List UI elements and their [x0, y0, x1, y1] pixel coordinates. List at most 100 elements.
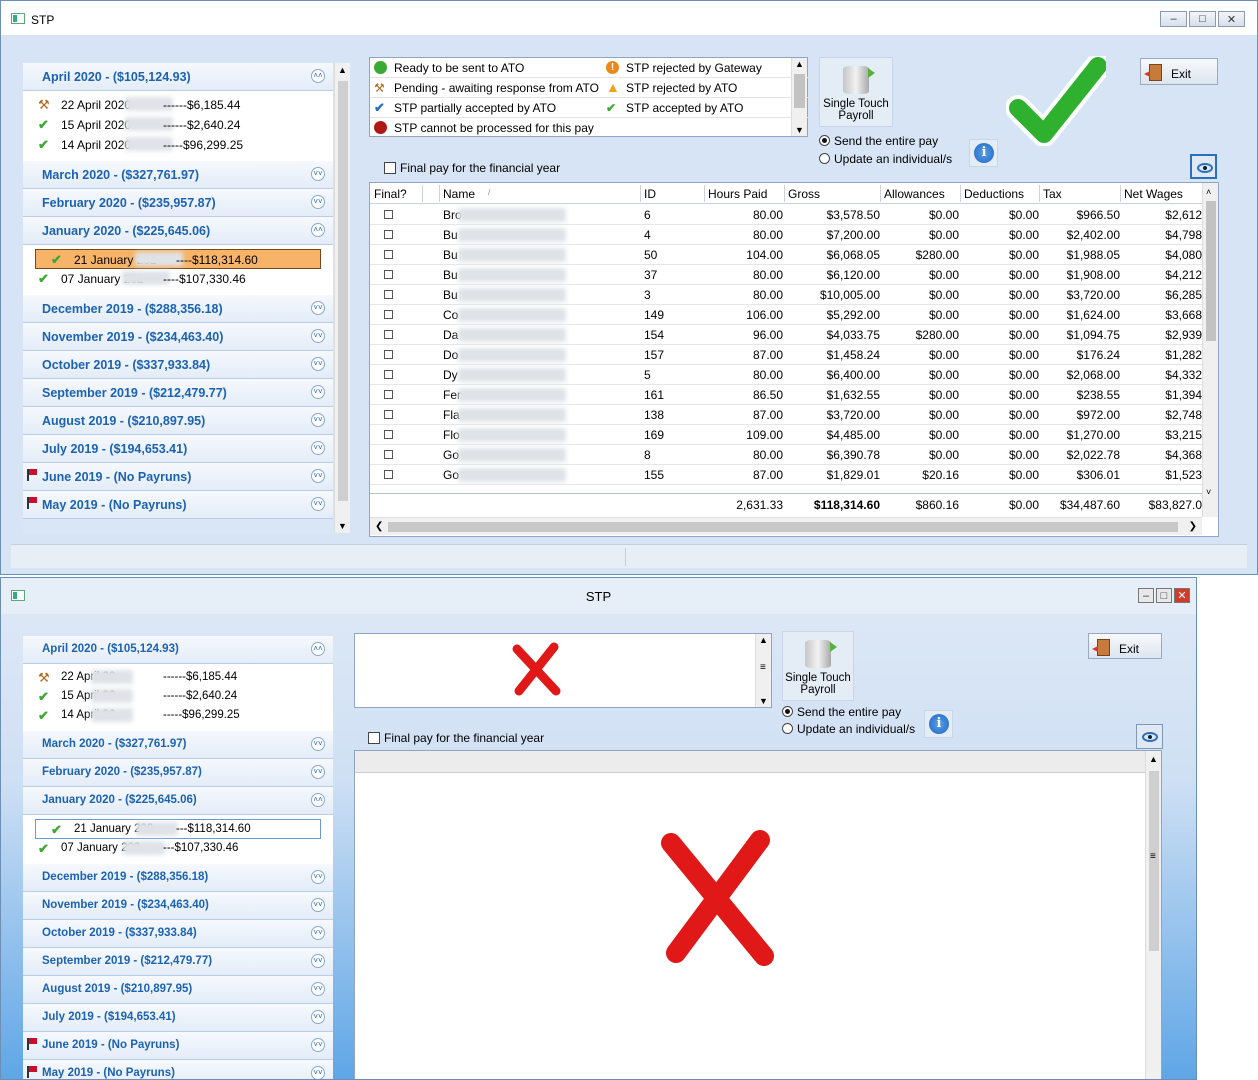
month-group-header[interactable]: October 2019 - ($337,933.84) ˅˅ [23, 351, 333, 379]
month-group-header[interactable]: November 2019 - ($234,463.40) ˅˅ [23, 323, 333, 351]
table-row[interactable]: Bu 50 104.00 $6,068.05 $280.00 $0.00 $1,988.05… [370, 245, 1202, 265]
final-checkbox[interactable] [384, 330, 393, 339]
grid-vertical-scrollbar[interactable]: ˄ ˅ [1202, 183, 1218, 517]
payrun-item[interactable]: ⚒ 22 April 2020 ------$6,185.44 [23, 95, 333, 115]
column-header[interactable]: ID [644, 187, 656, 201]
column-header[interactable]: Name [443, 187, 475, 201]
final-pay-checkbox[interactable]: Final pay for the financial year [384, 161, 560, 175]
final-checkbox[interactable] [384, 270, 393, 279]
maximize-button[interactable]: □ [1156, 588, 1172, 603]
expand-chevron-icon[interactable]: ˅˅ [311, 926, 325, 940]
month-group-header[interactable]: March 2020 - ($327,761.97) ˅˅ [23, 731, 333, 759]
payrun-item[interactable]: ✔ 07 January 202 ---$107,330.46 [23, 839, 333, 858]
expand-chevron-icon[interactable]: ˅˅ [311, 385, 325, 399]
expand-chevron-icon[interactable]: ˅˅ [311, 898, 325, 912]
collapse-chevron-icon[interactable]: ˄˄ [311, 223, 325, 237]
payrun-item[interactable]: ✔ 15 April 2020 ------$2,640.24 [23, 115, 333, 135]
month-group-header[interactable]: January 2020 - ($225,645.06) ˄˄ [23, 787, 333, 815]
column-header[interactable]: Gross [788, 187, 820, 201]
table-row[interactable]: Fla 138 87.00 $3,720.00 $0.00 $0.00 $972.00 $2,… [370, 405, 1202, 425]
month-group-header[interactable]: October 2019 - ($337,933.84) ˅˅ [23, 920, 333, 948]
payrun-item[interactable]: ✔ 07 January 202 ----$107,330.46 [23, 269, 333, 289]
column-header[interactable]: Allowances [884, 187, 945, 201]
final-checkbox[interactable] [384, 470, 393, 479]
month-group-header[interactable]: June 2019 - (No Payruns) ˅˅ [23, 1032, 333, 1060]
month-group-header[interactable]: September 2019 - ($212,479.77) ˅˅ [23, 948, 333, 976]
legend-scrollbar[interactable]: ▲ ▼ [791, 58, 807, 136]
payrun-item[interactable]: ✔ 15 April 20 ------$2,640.24 [23, 687, 333, 706]
close-button[interactable]: ✕ [1218, 11, 1245, 27]
month-group-header[interactable]: January 2020 - ($225,645.06) ˄˄ [23, 217, 333, 245]
sidebar-scrollbar[interactable]: ▲ ▼ [334, 63, 350, 533]
exit-button[interactable]: Exit [1088, 633, 1162, 659]
table-row[interactable]: Fer 161 86.50 $1,632.55 $0.00 $0.00 $238.55 $1,… [370, 385, 1202, 405]
final-checkbox[interactable] [384, 390, 393, 399]
single-touch-payroll-button[interactable]: Single Touch Payroll [819, 57, 893, 127]
update-individual-radio[interactable]: Update an individual/s [782, 722, 915, 736]
month-group-header[interactable]: June 2019 - (No Payruns) ˅˅ [23, 463, 333, 491]
table-row[interactable]: Bu 37 80.00 $6,120.00 $0.00 $0.00 $1,908.00 $4,… [370, 265, 1202, 285]
expand-chevron-icon[interactable]: ˅˅ [311, 1066, 325, 1079]
month-group-header[interactable]: February 2020 - ($235,957.87) ˅˅ [23, 759, 333, 787]
info-button[interactable]: i [924, 710, 953, 738]
month-group-header[interactable]: August 2019 - ($210,897.95) ˅˅ [23, 407, 333, 435]
expand-chevron-icon[interactable]: ˅˅ [311, 870, 325, 884]
table-row[interactable]: Do 157 87.00 $1,458.24 $0.00 $0.00 $176.24 $1,2… [370, 345, 1202, 365]
expand-chevron-icon[interactable]: ˅˅ [311, 357, 325, 371]
collapse-chevron-icon[interactable]: ˄˄ [311, 793, 325, 807]
expand-chevron-icon[interactable]: ˅˅ [311, 301, 325, 315]
expand-chevron-icon[interactable]: ˅˅ [311, 954, 325, 968]
info-button[interactable]: i [969, 139, 998, 167]
month-group-header[interactable]: December 2019 - ($288,356.18) ˅˅ [23, 864, 333, 892]
table-row[interactable]: Flo 169 109.00 $4,485.00 $0.00 $0.00 $1,270.00… [370, 425, 1202, 445]
final-checkbox[interactable] [384, 290, 393, 299]
month-group-header[interactable]: November 2019 - ($234,463.40) ˅˅ [23, 892, 333, 920]
expand-chevron-icon[interactable]: ˅˅ [311, 441, 325, 455]
expand-chevron-icon[interactable]: ˅˅ [311, 167, 325, 181]
table-row[interactable]: Go 8 80.00 $6,390.78 $0.00 $0.00 $2,022.78 $4,3… [370, 445, 1202, 465]
month-group-header[interactable]: May 2019 - (No Payruns) ˅˅ [23, 1060, 333, 1079]
send-entire-pay-radio[interactable]: Send the entire pay [782, 705, 901, 719]
payrun-item[interactable]: ⚒ 22 April 20 ------$6,185.44 [23, 668, 333, 687]
send-entire-pay-radio[interactable]: Send the entire pay [819, 134, 938, 148]
payrun-item[interactable]: ✔ 21 January 202 ----$118,314.60 [35, 249, 321, 269]
final-checkbox[interactable] [384, 310, 393, 319]
table-row[interactable]: Da 154 96.00 $4,033.75 $280.00 $0.00 $1,094.75… [370, 325, 1202, 345]
final-checkbox[interactable] [384, 350, 393, 359]
payrun-item[interactable]: ✔ 14 April 2020 -----$96,299.25 [23, 135, 333, 155]
table-row[interactable]: Bu 4 80.00 $7,200.00 $0.00 $0.00 $2,402.00 $4,7… [370, 225, 1202, 245]
view-button[interactable] [1136, 724, 1163, 749]
month-group-header[interactable]: December 2019 - ($288,356.18) ˅˅ [23, 295, 333, 323]
final-checkbox[interactable] [384, 250, 393, 259]
final-checkbox[interactable] [384, 370, 393, 379]
expand-chevron-icon[interactable]: ˅˅ [311, 1010, 325, 1024]
expand-chevron-icon[interactable]: ˅˅ [311, 413, 325, 427]
month-group-header[interactable]: July 2019 - ($194,653.41) ˅˅ [23, 435, 333, 463]
minimize-button[interactable]: – [1160, 11, 1187, 27]
month-group-header[interactable]: July 2019 - ($194,653.41) ˅˅ [23, 1004, 333, 1032]
grid-scrollbar[interactable]: ▲ ≡ [1145, 751, 1161, 1079]
month-group-header[interactable]: February 2020 - ($235,957.87) ˅˅ [23, 189, 333, 217]
payrun-item[interactable]: ✔ 21 January 202 ---$118,314.60 [35, 819, 321, 839]
month-group-header[interactable]: April 2020 - ($105,124.93) ˄˄ [23, 63, 333, 91]
column-header[interactable]: Final? [374, 187, 407, 201]
column-header[interactable]: Net Wages [1124, 187, 1183, 201]
maximize-button[interactable]: □ [1189, 11, 1216, 27]
column-header[interactable]: Deductions [964, 187, 1024, 201]
table-row[interactable]: Dy 5 80.00 $6,400.00 $0.00 $0.00 $2,068.00 $4,3… [370, 365, 1202, 385]
expand-chevron-icon[interactable]: ˅˅ [311, 469, 325, 483]
final-checkbox[interactable] [384, 430, 393, 439]
final-checkbox[interactable] [384, 410, 393, 419]
legend-scrollbar[interactable]: ▲ ≡ ▼ [755, 634, 771, 707]
expand-chevron-icon[interactable]: ˅˅ [311, 737, 325, 751]
grid-horizontal-scrollbar[interactable]: ❮ ❯ [370, 517, 1202, 535]
table-row[interactable]: Go 155 87.00 $1,829.01 $20.16 $0.00 $306.01 $1,… [370, 465, 1202, 485]
month-group-header[interactable]: April 2020 - ($105,124.93) ˄˄ [23, 636, 333, 664]
expand-chevron-icon[interactable]: ˅˅ [311, 982, 325, 996]
expand-chevron-icon[interactable]: ˅˅ [311, 765, 325, 779]
table-row[interactable]: Co 149 106.00 $5,292.00 $0.00 $0.00 $1,624.00 $… [370, 305, 1202, 325]
expand-chevron-icon[interactable]: ˅˅ [311, 195, 325, 209]
month-group-header[interactable]: March 2020 - ($327,761.97) ˅˅ [23, 161, 333, 189]
column-header[interactable]: Tax [1043, 187, 1062, 201]
close-button[interactable]: ✕ [1174, 588, 1190, 603]
